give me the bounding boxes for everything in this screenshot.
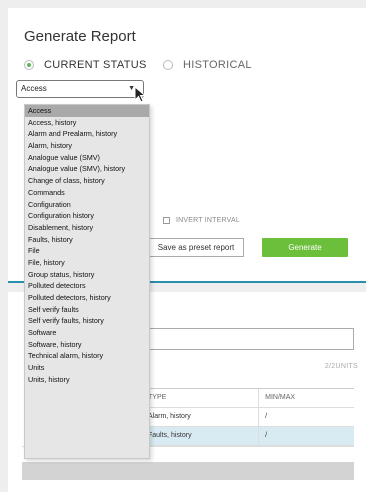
dropdown-option[interactable]: File, history xyxy=(25,257,149,269)
table-cell-type: Faults, history xyxy=(148,432,192,439)
dropdown-option[interactable]: Polluted detectors xyxy=(25,280,149,292)
column-type-header: TYPE xyxy=(148,394,167,401)
report-type-value: Access xyxy=(21,84,47,93)
dropdown-option[interactable]: Self verify faults xyxy=(25,304,149,316)
page-title: Generate Report xyxy=(24,28,136,45)
invert-interval-checkbox[interactable]: INVERT INTERVAL xyxy=(163,217,240,224)
dropdown-option[interactable]: Analogue value (SMV), history xyxy=(25,163,149,175)
units-table: TYPE MIN/MAX Alarm, history / Faults, hi… xyxy=(148,388,354,446)
footer-bar xyxy=(22,462,354,480)
dropdown-option[interactable]: Disablement, history xyxy=(25,222,149,234)
table-cell-minmax: / xyxy=(258,427,354,445)
dropdown-option[interactable]: Alarm and Prealarm, history xyxy=(25,128,149,140)
radio-historical[interactable]: HISTORICAL xyxy=(163,59,252,71)
dropdown-option[interactable]: Units xyxy=(25,362,149,374)
dropdown-option[interactable]: Access xyxy=(25,105,149,117)
dropdown-option[interactable]: Self verify faults, history xyxy=(25,315,149,327)
units-count: 2/2UNITS xyxy=(324,363,358,370)
dropdown-option[interactable]: Software xyxy=(25,327,149,339)
invert-interval-label: INVERT INTERVAL xyxy=(176,217,240,224)
dropdown-option[interactable]: Software, history xyxy=(25,339,149,351)
table-cell-minmax: / xyxy=(258,408,354,426)
table-header: TYPE MIN/MAX xyxy=(148,388,354,408)
table-row[interactable]: Faults, history / xyxy=(148,427,354,446)
dropdown-option[interactable]: Technical alarm, history xyxy=(25,350,149,362)
dropdown-option[interactable]: Polluted detectors, history xyxy=(25,292,149,304)
table-row[interactable]: Alarm, history / xyxy=(148,408,354,427)
radio-current-status[interactable]: CURRENT STATUS xyxy=(24,59,147,71)
units-search-input[interactable] xyxy=(148,328,354,350)
report-type-select[interactable]: Access ▼ xyxy=(16,80,144,98)
dropdown-option[interactable]: Commands xyxy=(25,187,149,199)
dropdown-option[interactable]: Access, history xyxy=(25,117,149,129)
dropdown-option[interactable]: File xyxy=(25,245,149,257)
radio-selected-icon xyxy=(24,60,34,70)
dropdown-option[interactable]: Alarm, history xyxy=(25,140,149,152)
dropdown-option[interactable]: Analogue value (SMV) xyxy=(25,152,149,164)
table-cell-type: Alarm, history xyxy=(148,413,191,420)
mouse-pointer-icon xyxy=(134,86,147,103)
radio-unselected-icon xyxy=(163,60,173,70)
radio-current-status-label: CURRENT STATUS xyxy=(44,59,147,71)
report-type-dropdown-list: Access Access, history Alarm and Prealar… xyxy=(24,104,150,459)
radio-historical-label: HISTORICAL xyxy=(183,59,252,71)
save-preset-button[interactable]: Save as preset report xyxy=(148,238,244,257)
dropdown-option[interactable]: Faults, history xyxy=(25,234,149,246)
checkbox-icon xyxy=(163,217,170,224)
dropdown-option[interactable]: Units, history xyxy=(25,374,149,386)
column-minmax-header: MIN/MAX xyxy=(258,389,354,407)
dropdown-option[interactable]: Configuration history xyxy=(25,210,149,222)
dropdown-option[interactable]: Change of class, history xyxy=(25,175,149,187)
generate-button[interactable]: Generate xyxy=(262,238,348,257)
dropdown-option[interactable]: Configuration xyxy=(25,199,149,211)
dropdown-option[interactable]: Group status, history xyxy=(25,269,149,281)
